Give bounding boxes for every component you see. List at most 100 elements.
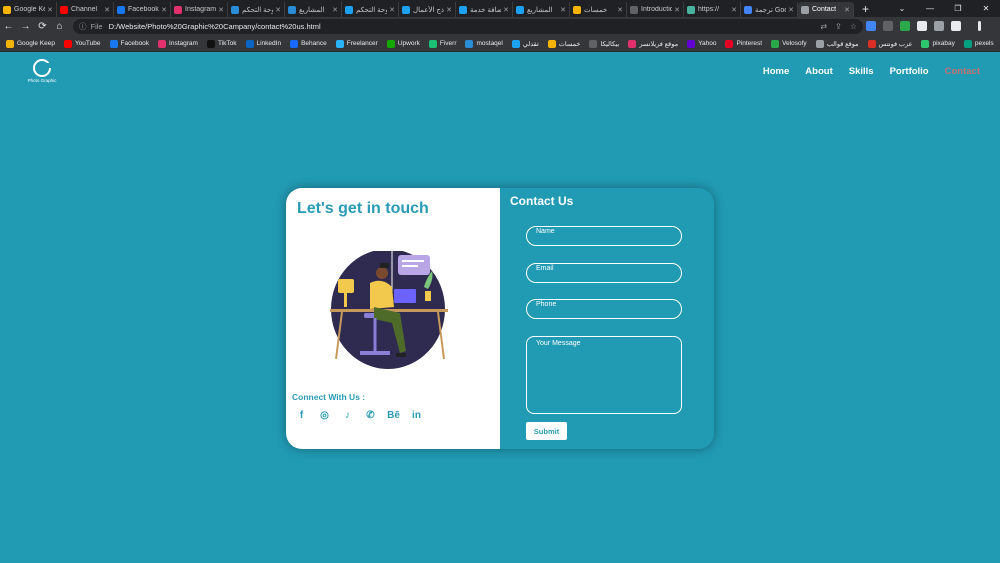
tab-close-icon[interactable]: ✕: [218, 6, 224, 14]
browser-tab[interactable]: Google Keep✕: [0, 2, 57, 17]
browser-tab[interactable]: ترجمة Google✕: [741, 2, 798, 17]
site-logo[interactable]: Photo Graphic: [26, 59, 58, 87]
tab-close-icon[interactable]: ✕: [844, 6, 850, 14]
bookmark-favicon-icon: [511, 39, 520, 48]
tab-close-icon[interactable]: ✕: [332, 6, 338, 14]
nav-link-portfolio[interactable]: Portfolio: [890, 66, 929, 77]
tab-close-icon[interactable]: ✕: [731, 6, 737, 14]
browser-tab[interactable]: لوحة التحكم✕: [228, 2, 285, 17]
translate-icon[interactable]: ⇄: [820, 22, 827, 31]
tab-close-icon[interactable]: ✕: [674, 6, 680, 14]
bookmark-label: YouTube: [74, 40, 101, 47]
browser-tab[interactable]: لوحة التحكم✕: [342, 2, 399, 17]
bookmark-item[interactable]: تقدلي: [511, 39, 539, 48]
reload-button[interactable]: ⟳: [34, 21, 51, 32]
submit-button[interactable]: Submit: [526, 422, 567, 440]
browser-tab[interactable]: https:// ✕: [684, 2, 741, 17]
bookmark-item[interactable]: mostaqel: [465, 39, 503, 48]
bookmark-item[interactable]: موقع قوالب: [815, 39, 859, 48]
browser-tab[interactable]: نماذج الأعمال✕: [399, 2, 456, 17]
tab-label: إضافة خدمة: [470, 6, 502, 14]
instagram-icon[interactable]: ◎: [317, 408, 332, 423]
name-input[interactable]: Name: [526, 226, 682, 246]
bookmark-item[interactable]: Yahoo: [687, 39, 716, 48]
message-textarea[interactable]: Your Message: [526, 336, 682, 414]
new-tab-button[interactable]: +: [862, 2, 869, 17]
extension-arrow-icon[interactable]: [900, 21, 910, 31]
tab-close-icon[interactable]: ✕: [560, 6, 566, 14]
bookmark-item[interactable]: عرب فونتس: [867, 39, 912, 48]
behance-icon[interactable]: Bē: [386, 408, 401, 423]
tab-close-icon[interactable]: ✕: [788, 6, 794, 14]
browser-tab[interactable]: Facebook ✕: [114, 2, 171, 17]
tab-close-icon[interactable]: ✕: [389, 6, 395, 14]
tab-close-icon[interactable]: ✕: [47, 6, 53, 14]
phone-input[interactable]: Phone: [526, 299, 682, 319]
bookmark-item[interactable]: Behance: [290, 39, 327, 48]
browser-tab[interactable]: خمسات ✕: [570, 2, 627, 17]
side-panel-icon[interactable]: [951, 21, 961, 31]
bookmark-label: mostaqel: [476, 40, 503, 47]
bookmark-item[interactable]: Upwork: [386, 39, 420, 48]
maximize-button[interactable]: ❐: [944, 0, 972, 17]
bookmark-favicon-icon: [206, 39, 215, 48]
nav-link-contact[interactable]: Contact: [945, 66, 980, 77]
whatsapp-icon[interactable]: ✆: [363, 408, 378, 423]
info-icon[interactable]: ⓘ: [79, 21, 87, 32]
nav-link-home[interactable]: Home: [763, 66, 789, 77]
browser-tab[interactable]: إضافة خدمة ✕: [456, 2, 513, 17]
bookmark-item[interactable]: pexels: [963, 39, 994, 48]
tab-close-icon[interactable]: ✕: [503, 6, 509, 14]
tab-label: المشاريع: [299, 6, 325, 14]
linkedin-icon[interactable]: in: [409, 408, 424, 423]
extensions-puzzle-icon[interactable]: [934, 21, 944, 31]
tab-close-icon[interactable]: ✕: [275, 6, 281, 14]
extension-shield-icon[interactable]: [883, 21, 893, 31]
menu-kebab-icon[interactable]: [978, 21, 981, 31]
back-button[interactable]: ←: [0, 21, 17, 32]
tab-close-icon[interactable]: ✕: [104, 6, 110, 14]
nav-link-skills[interactable]: Skills: [849, 66, 874, 77]
bookmark-favicon-icon: [815, 39, 824, 48]
browser-tab[interactable]: Contact ✕: [798, 2, 854, 17]
minimize-button[interactable]: —: [916, 0, 944, 17]
bookmark-item[interactable]: Instagram: [158, 39, 198, 48]
tiktok-icon[interactable]: ♪: [340, 408, 355, 423]
extension-square-icon[interactable]: [917, 21, 927, 31]
browser-tab[interactable]: Channel ✕: [57, 2, 114, 17]
bookmark-item[interactable]: Google Keep: [6, 39, 55, 48]
tab-close-icon[interactable]: ✕: [617, 6, 623, 14]
tab-strip: Google Keep✕Channel✕Facebook✕Instagram✕ل…: [0, 0, 1000, 17]
bookmark-item[interactable]: Velosofy: [771, 39, 807, 48]
bookmark-item[interactable]: LinkedIn: [245, 39, 282, 48]
extension-translate-icon[interactable]: [866, 21, 876, 31]
nav-link-about[interactable]: About: [805, 66, 832, 77]
bookmark-label: LinkedIn: [256, 40, 282, 47]
share-icon[interactable]: ⇪: [835, 22, 842, 31]
bookmark-item[interactable]: Fiverr: [428, 39, 456, 48]
browser-tab[interactable]: المشاريع ✕: [285, 2, 342, 17]
bookmark-item[interactable]: موقع فريلانسر: [628, 39, 678, 48]
bookmark-star-icon[interactable]: ☆: [850, 22, 857, 31]
bookmark-item[interactable]: Facebook: [109, 39, 149, 48]
bookmark-item[interactable]: Freelancer: [335, 39, 378, 48]
bookmark-item[interactable]: Pinterest: [725, 39, 762, 48]
browser-tab[interactable]: Instagram ✕: [171, 2, 228, 17]
close-window-button[interactable]: ✕: [972, 0, 1000, 17]
tab-search-button[interactable]: ⌄: [888, 0, 916, 17]
tab-close-icon[interactable]: ✕: [161, 6, 167, 14]
bookmark-item[interactable]: pixabay: [921, 39, 955, 48]
browser-toolbar: ← → ⟳ ⌂ ⓘ File D:/Website/Photo%20Graphi…: [0, 17, 1000, 36]
bookmark-item[interactable]: خمسات: [547, 39, 580, 48]
browser-tab[interactable]: المشاريع ✕: [513, 2, 570, 17]
bookmark-item[interactable]: YouTube: [63, 39, 101, 48]
bookmark-item[interactable]: TikTok: [206, 39, 237, 48]
address-bar[interactable]: ⓘ File D:/Website/Photo%20Graphic%20Camp…: [73, 19, 863, 34]
browser-tab[interactable]: Introduction✕: [627, 2, 684, 17]
tab-close-icon[interactable]: ✕: [446, 6, 452, 14]
home-button[interactable]: ⌂: [51, 21, 68, 32]
email-input[interactable]: Email: [526, 263, 682, 283]
forward-button[interactable]: →: [17, 21, 34, 32]
bookmark-item[interactable]: بيكاليكا: [589, 39, 619, 48]
facebook-icon[interactable]: f: [294, 408, 309, 423]
